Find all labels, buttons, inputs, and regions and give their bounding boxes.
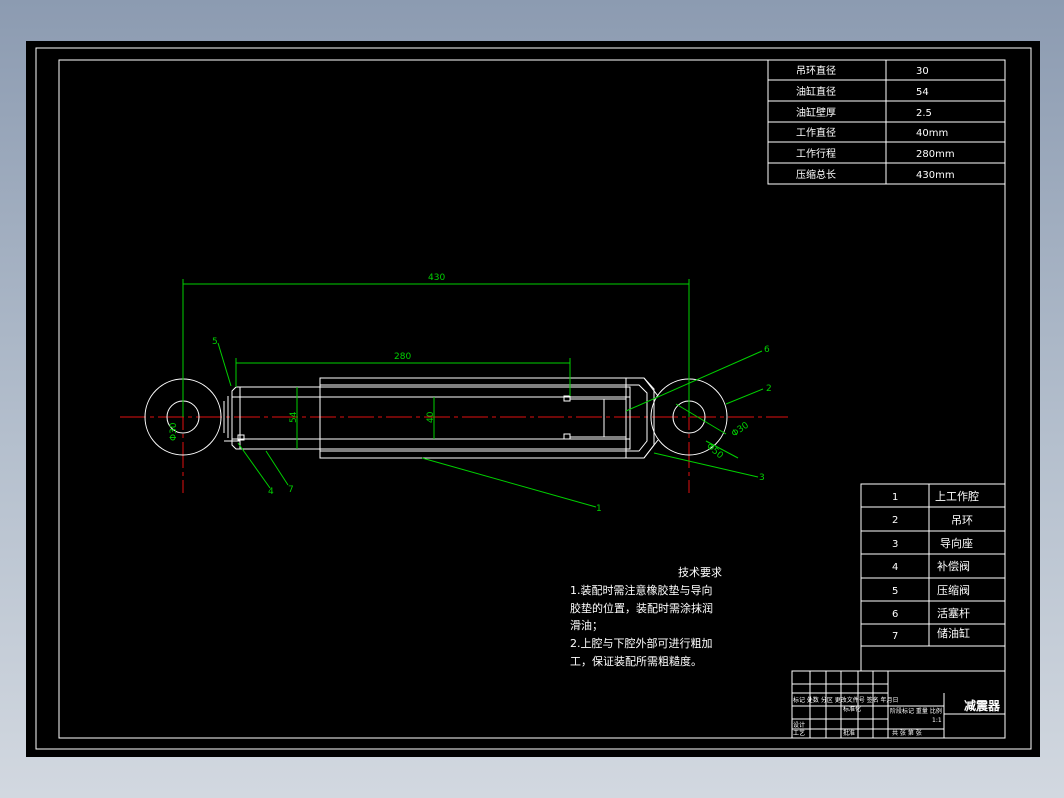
- parts-list: 1 上工作腔 2 吊环 3 导向座 4 补偿阀 5 压缩阀 6 活塞杆 7 储油…: [860, 483, 1006, 672]
- balloon-7: 7: [288, 485, 294, 495]
- title-scale: 1:1: [932, 717, 942, 724]
- part-no: 3: [892, 539, 898, 550]
- drawing-sheet: 吊环直径 30 油缸直径 54 油缸壁厚 2.5 工作直径 40mm 工作行程 …: [26, 41, 1040, 757]
- part-name: 储油缸: [937, 626, 970, 640]
- part-no: 4: [892, 562, 898, 573]
- title-row1: 标记 处数 分区 更改文件号 签名 年月日: [793, 696, 899, 704]
- leaders: 1 2 3 4 5 6 7: [212, 337, 772, 514]
- title-row1b: 标准化: [843, 705, 861, 713]
- title-row3: 共 张 第 张: [892, 729, 922, 737]
- param-value: 430mm: [916, 170, 955, 181]
- cad-drawing: 吊环直径 30 油缸直径 54 油缸壁厚 2.5 工作直径 40mm 工作行程 …: [35, 47, 1032, 750]
- part-name: 补偿阀: [937, 559, 970, 573]
- balloon-3: 3: [759, 473, 765, 483]
- title-row2: 阶段标记 重量 比例: [890, 707, 942, 715]
- tech-line: 2.上腔与下腔外部可进行粗加: [570, 636, 713, 650]
- tech-title: 技术要求: [678, 566, 722, 579]
- param-label: 工作直径: [796, 126, 836, 139]
- part-name: 吊环: [951, 514, 973, 527]
- param-label: 油缸壁厚: [796, 106, 836, 119]
- balloon-6: 6: [764, 345, 770, 355]
- balloon-2: 2: [766, 384, 772, 394]
- part-no: 2: [892, 515, 898, 526]
- dimensions: 430 280 54 40 Φ30 Φ50 Φ30: [169, 273, 751, 461]
- title-approve: 批准: [843, 729, 855, 737]
- dim-eye-inner: Φ30: [730, 420, 751, 439]
- parameter-table: 吊环直径 30 油缸直径 54 油缸壁厚 2.5 工作直径 40mm 工作行程 …: [767, 59, 1006, 185]
- dim-stroke: 280: [394, 352, 411, 362]
- part-name: 活塞杆: [937, 606, 970, 620]
- title-block: 标记 处数 分区 更改文件号 签名 年月日 标准化 阶段标记 重量 比例 1:1…: [791, 670, 1006, 739]
- tech-line: 胶垫的位置，装配时需涂抹润: [570, 601, 713, 615]
- dim-cyl-dia: 54: [289, 411, 299, 423]
- part-no: 1: [892, 492, 898, 503]
- inner-border: [58, 59, 1006, 739]
- dim-piston-dia: 40: [426, 411, 436, 423]
- part-name: 导向座: [940, 536, 973, 550]
- outer-border: [35, 47, 1032, 750]
- param-label: 工作行程: [796, 147, 836, 160]
- drawing-name: 减震器: [964, 698, 1001, 713]
- part-no: 5: [892, 586, 898, 597]
- param-label: 压缩总长: [796, 168, 836, 181]
- shock-absorber-view: [120, 366, 788, 493]
- part-name: 上工作腔: [935, 489, 979, 503]
- param-label: 油缸直径: [796, 85, 836, 98]
- part-no: 7: [892, 631, 898, 642]
- piston: [603, 398, 627, 438]
- balloon-1: 1: [596, 504, 602, 514]
- balloon-4: 4: [268, 487, 274, 497]
- param-value: 40mm: [916, 128, 948, 139]
- part-no: 6: [892, 609, 898, 620]
- balloon-5: 5: [212, 337, 218, 347]
- param-value: 2.5: [916, 108, 932, 119]
- param-value: 30: [916, 66, 929, 77]
- param-value: 280mm: [916, 149, 955, 160]
- title-process: 工艺: [793, 729, 805, 737]
- reservoir-tube: [319, 377, 627, 459]
- part-name: 压缩阀: [937, 583, 970, 597]
- tech-line: 滑油；: [570, 618, 603, 632]
- dim-left-mark: Φ30: [169, 422, 179, 441]
- dim-overall: 430: [428, 273, 445, 283]
- dim-eye-outer: Φ50: [704, 442, 725, 462]
- tech-line: 1.装配时需注意橡胶垫与导向: [570, 583, 713, 597]
- param-label: 吊环直径: [796, 64, 836, 77]
- param-value: 54: [916, 87, 929, 98]
- title-design: 设计: [793, 721, 805, 729]
- technical-requirements: 技术要求 1.装配时需注意橡胶垫与导向 胶垫的位置，装配时需涂抹润 滑油； 2.…: [570, 566, 722, 668]
- tech-line: 工，保证装配所需粗糙度。: [570, 654, 702, 668]
